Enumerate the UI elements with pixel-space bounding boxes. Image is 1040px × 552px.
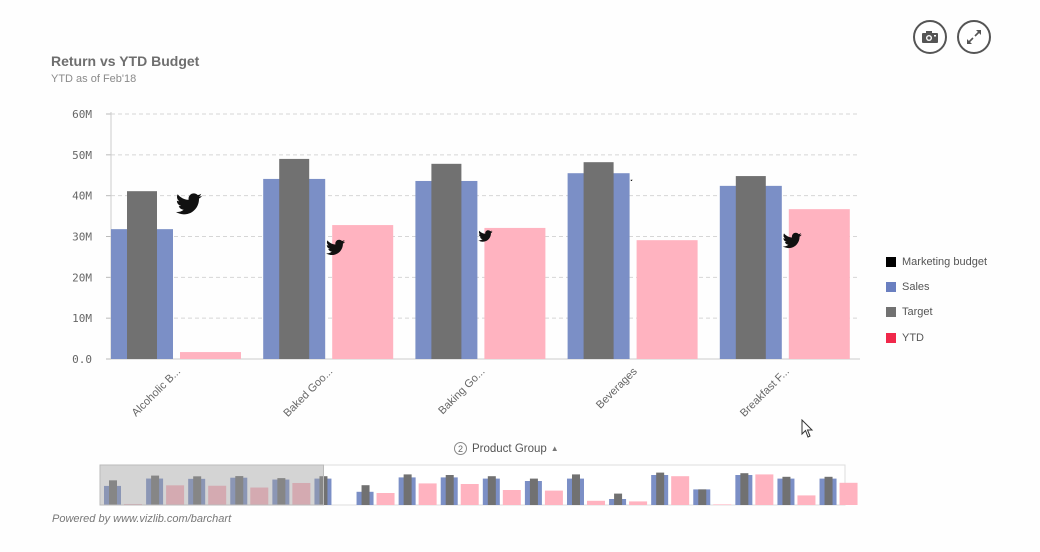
nav-ytd-bar	[418, 483, 437, 505]
ytd-bar[interactable]	[484, 227, 546, 359]
nav-ytd-bar	[629, 501, 648, 505]
ytd-bar[interactable]	[636, 240, 698, 359]
dimension-count-badge: 2	[454, 442, 467, 455]
nav-target-bar	[782, 476, 791, 505]
nav-ytd-bar	[586, 500, 605, 505]
legend-item[interactable]: Sales	[886, 274, 987, 299]
x-tick-label: Baked Goo...	[281, 366, 335, 420]
legend-label: Marketing budget	[902, 255, 987, 268]
y-tick-label: 50M	[72, 149, 92, 162]
x-axis: Alcoholic B... Baked Goo... Baking Go... Be…	[130, 365, 792, 419]
nav-target-bar	[614, 493, 623, 505]
nav-target-bar	[445, 475, 454, 505]
legend-swatch	[886, 256, 896, 267]
legend-item[interactable]: Target	[886, 300, 987, 325]
nav-ytd-bar	[502, 490, 521, 505]
dimension-selector[interactable]: 2 Product Group ▲	[454, 442, 559, 455]
nav-target-bar	[656, 472, 665, 505]
y-tick-label: 20M	[72, 271, 92, 284]
y-tick-label: 60M	[72, 108, 92, 121]
legend-label: Sales	[902, 280, 930, 293]
nav-target-bar	[740, 473, 749, 505]
bar-group[interactable]	[111, 191, 241, 359]
target-bar[interactable]	[279, 158, 310, 359]
nav-ytd-bar	[460, 484, 479, 505]
legend-swatch	[886, 307, 896, 318]
x-tick-label: Alcoholic B...	[130, 366, 183, 419]
legend-label: YTD	[902, 331, 924, 344]
nav-target-bar	[487, 476, 496, 505]
y-tick-label: 0.0	[72, 353, 92, 366]
nav-target-bar	[824, 476, 833, 505]
legend-swatch	[886, 332, 896, 343]
ytd-bar[interactable]	[788, 209, 850, 359]
bar-group[interactable]	[567, 162, 698, 359]
legend-label: Target	[902, 306, 933, 319]
bars	[111, 158, 850, 359]
bar-group[interactable]	[263, 158, 394, 359]
nav-target-bar	[698, 489, 707, 505]
bar-group[interactable]	[719, 176, 850, 359]
x-tick-label: Beverages	[594, 365, 640, 411]
nav-ytd-bar	[755, 474, 774, 505]
navigator-selection-window[interactable]	[99, 464, 324, 506]
legend-swatch	[886, 281, 896, 292]
target-bar[interactable]	[431, 163, 462, 359]
powered-by-link[interactable]: Powered by www.vizlib.com/barchart	[52, 513, 231, 525]
target-bar[interactable]	[127, 191, 157, 359]
bar-group[interactable]	[415, 163, 546, 359]
x-tick-label: Breakfast F...	[738, 366, 792, 420]
y-tick-label: 30M	[72, 231, 92, 244]
nav-ytd-bar	[544, 490, 563, 505]
y-tick-label: 10M	[72, 312, 92, 325]
legend: Marketing budget Sales Target YTD	[886, 249, 987, 350]
triangle-up-icon[interactable]: ▲	[551, 444, 559, 453]
nav-ytd-bar	[376, 493, 395, 505]
y-tick-label: 40M	[72, 190, 92, 203]
target-bar[interactable]	[583, 162, 614, 359]
twitter-bird-icon[interactable]	[630, 179, 633, 182]
nav-target-bar	[529, 478, 538, 505]
nav-ytd-bar	[797, 495, 816, 505]
bar-chart: 0.0 10M 20M 30M 40M 50M 60M Alcoholic B... Bake…	[72, 108, 860, 506]
twitter-bird-icon[interactable]	[175, 193, 202, 215]
mouse-cursor-icon	[801, 419, 814, 438]
ytd-bar[interactable]	[180, 352, 241, 359]
nav-target-bar	[403, 474, 412, 505]
x-tick-label: Baking Go...	[436, 366, 487, 417]
dimension-label: Product Group	[472, 442, 547, 455]
nav-ytd-bar	[713, 504, 732, 505]
nav-target-bar	[571, 474, 580, 505]
legend-item[interactable]: YTD	[886, 325, 987, 350]
nav-ytd-bar	[671, 476, 690, 505]
target-bar[interactable]	[735, 176, 766, 359]
nav-target-bar	[361, 485, 370, 505]
legend-item[interactable]: Marketing budget	[886, 249, 987, 274]
range-navigator	[99, 464, 858, 506]
nav-ytd-bar	[839, 482, 858, 505]
